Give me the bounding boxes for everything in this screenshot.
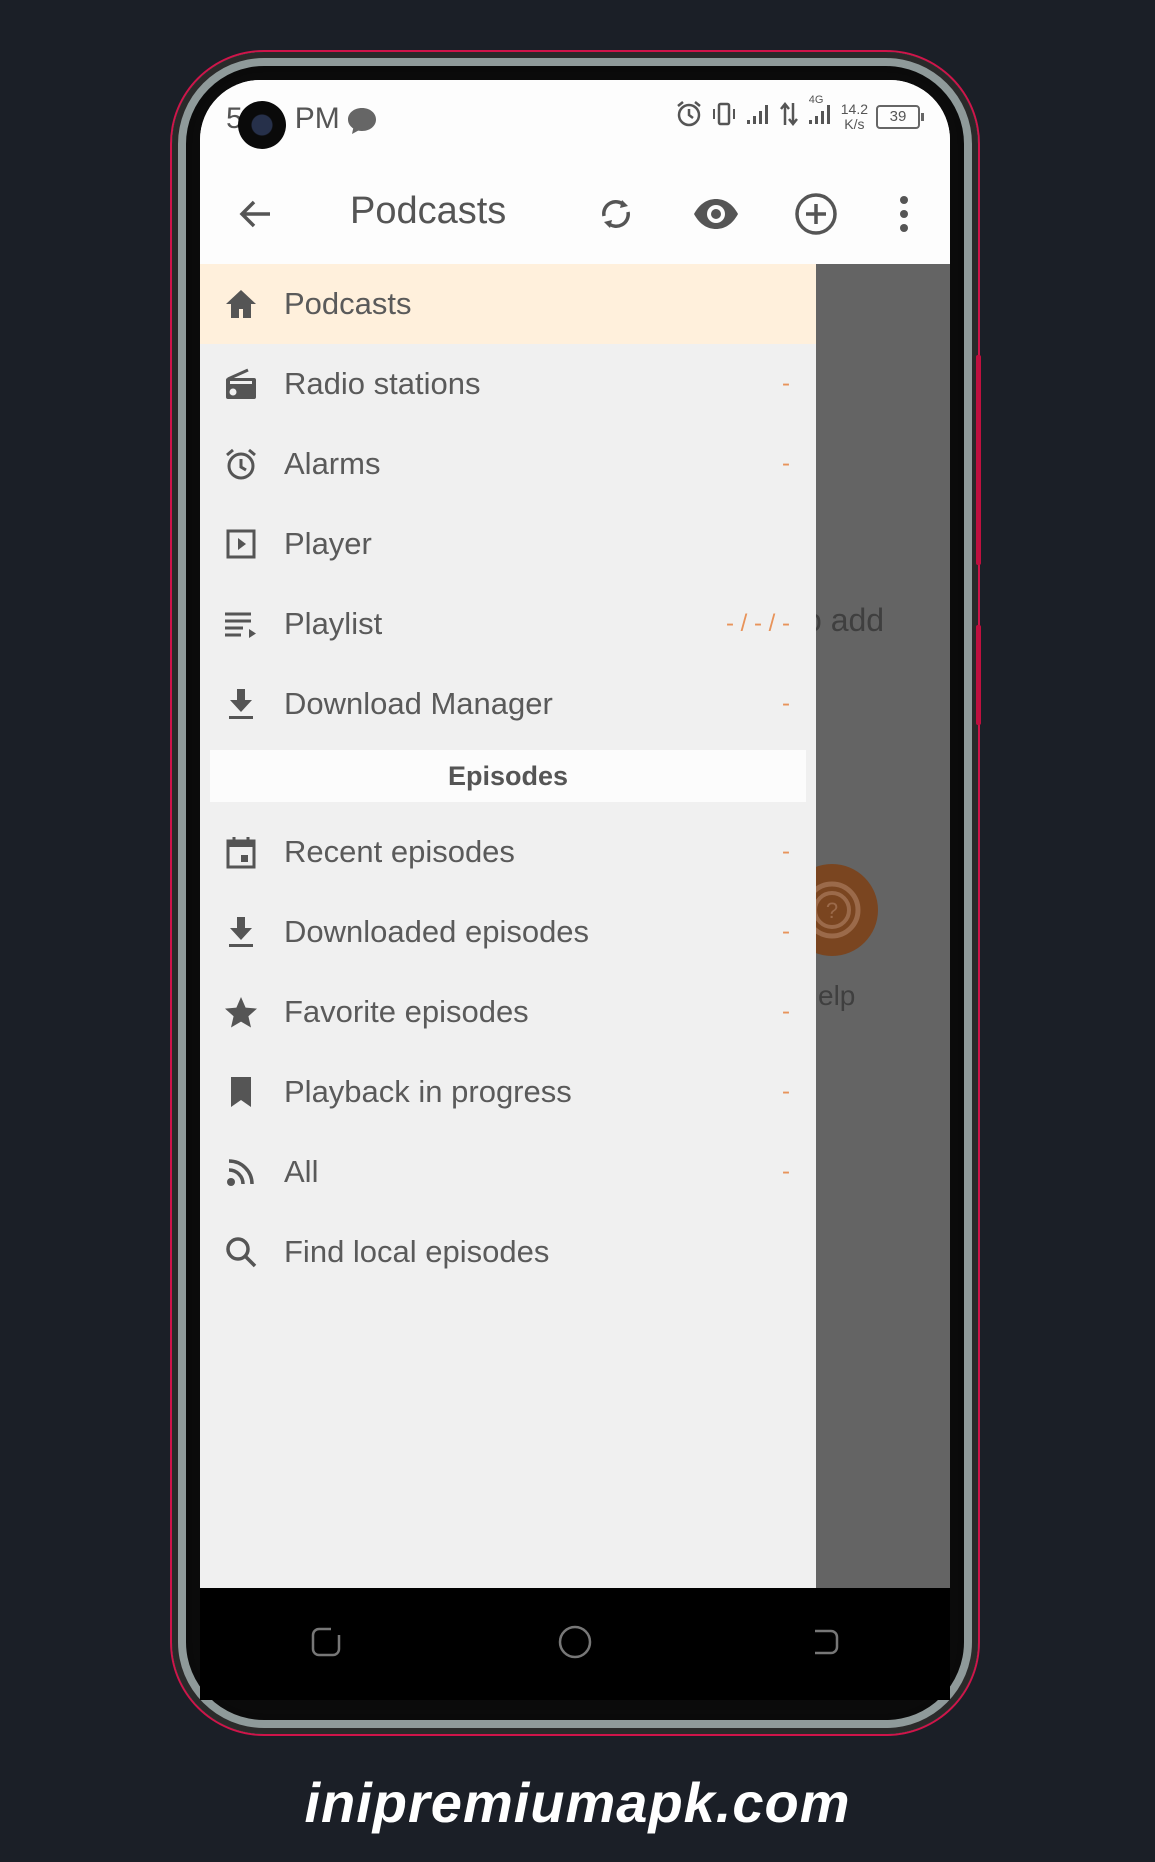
drawer-item-recent-episodes[interactable]: Recent episodes -: [200, 812, 816, 892]
home-circle-icon: [558, 1625, 592, 1659]
refresh-icon: [602, 200, 630, 228]
page-title: Podcasts: [350, 190, 507, 232]
radio-icon: [222, 365, 260, 403]
search-icon: [222, 1233, 260, 1271]
drawer-item-downloaded-episodes[interactable]: Downloaded episodes -: [200, 892, 816, 972]
download-icon: [222, 685, 260, 723]
drawer-item-label: Radio stations: [284, 366, 481, 401]
front-camera: [238, 101, 286, 149]
drawer-item-count: -: [782, 918, 790, 945]
drawer-item-count: - / - / -: [726, 610, 790, 637]
drawer-item-count: -: [782, 998, 790, 1025]
drawer-item-count: -: [782, 1158, 790, 1185]
data-transfer-icon: [779, 101, 799, 132]
time-suffix: PM: [294, 102, 340, 135]
drawer-item-player[interactable]: Player: [200, 504, 816, 584]
status-bar: 5 PM 4G 14.2 K/s 39: [200, 80, 950, 160]
back-arrow-icon: [239, 200, 270, 228]
alarm-status-icon: [675, 100, 703, 133]
drawer-item-label: Alarms: [284, 446, 381, 481]
drawer-item-count: -: [782, 450, 790, 477]
drawer-item-label: Player: [284, 526, 372, 561]
drawer-item-label: Playlist: [284, 606, 383, 641]
eye-icon: [694, 199, 738, 229]
drawer-item-alarms[interactable]: Alarms -: [200, 424, 816, 504]
recents-button[interactable]: [306, 1622, 346, 1662]
drawer-item-favorite-episodes[interactable]: Favorite episodes -: [200, 972, 816, 1052]
rss-icon: [222, 1153, 260, 1191]
alarm-icon: [222, 445, 260, 483]
signal-icon-2: 4G: [807, 94, 833, 131]
bookmark-icon: [222, 1073, 260, 1111]
drawer-item-label: Download Manager: [284, 686, 553, 721]
drawer-item-label: Recent episodes: [284, 834, 515, 869]
drawer-item-count: -: [782, 838, 790, 865]
drawer-item-label: All: [284, 1154, 319, 1189]
battery-level: 39: [889, 107, 907, 125]
net-speed-value: 14.2: [840, 100, 868, 117]
signal-icon-1: [745, 102, 771, 131]
drawer-item-count: -: [782, 690, 790, 717]
more-options-button[interactable]: [880, 190, 928, 238]
drawer-item-label: Find local episodes: [284, 1234, 550, 1269]
watermark: inipremiumapk.com: [304, 1771, 851, 1834]
drawer-item-count: -: [782, 1078, 790, 1105]
drawer-item-playlist[interactable]: Playlist - / - / -: [200, 584, 816, 664]
volume-button: [976, 355, 981, 565]
svg-text:?: ?: [826, 898, 838, 923]
visibility-button[interactable]: [692, 190, 740, 238]
add-podcast-button[interactable]: [792, 190, 840, 238]
back-button[interactable]: [232, 190, 280, 238]
download-icon: [222, 913, 260, 951]
player-icon: [222, 525, 260, 563]
drawer-item-label: Playback in progress: [284, 1074, 572, 1109]
drawer-item-label: Podcasts: [284, 286, 412, 321]
home-button[interactable]: [555, 1622, 595, 1662]
navigation-drawer: Podcasts Radio stations - Alarms - Playe…: [200, 264, 816, 1588]
calendar-icon: [222, 833, 260, 871]
more-vert-icon: [900, 196, 908, 232]
add-circle-icon: [795, 193, 837, 235]
phone-screen: 5 PM 4G 14.2 K/s 39 Podcasts o add ? elp…: [200, 80, 950, 1588]
message-notification-icon: [346, 106, 378, 141]
app-toolbar: Podcasts: [200, 160, 950, 264]
drawer-item-label: Favorite episodes: [284, 994, 529, 1029]
net-speed-unit: K/s: [844, 115, 865, 132]
recents-icon: [311, 1627, 341, 1657]
home-icon: [222, 285, 260, 323]
back-nav-icon: [815, 1629, 839, 1655]
net-speed: 14.2 K/s: [840, 100, 868, 132]
power-button: [976, 625, 981, 725]
drawer-item-radio-stations[interactable]: Radio stations -: [200, 344, 816, 424]
status-icons: 4G 14.2 K/s 39: [675, 94, 924, 133]
battery-icon: 39: [876, 104, 924, 129]
vibrate-icon: [711, 101, 737, 132]
drawer-scrim[interactable]: o add ? elp: [786, 264, 950, 1588]
drawer-item-count: -: [782, 370, 790, 397]
drawer-item-download-manager[interactable]: Download Manager -: [200, 664, 816, 744]
network-type: 4G: [808, 94, 824, 106]
drawer-item-find-local-episodes[interactable]: Find local episodes: [200, 1212, 816, 1292]
section-header-episodes: Episodes: [210, 750, 806, 802]
drawer-item-all[interactable]: All -: [200, 1132, 816, 1212]
system-nav-bar: [200, 1588, 950, 1700]
drawer-item-playback-in-progress[interactable]: Playback in progress -: [200, 1052, 816, 1132]
empty-state-text: o add: [804, 602, 885, 638]
drawer-item-podcasts[interactable]: Podcasts: [200, 264, 816, 344]
star-icon: [222, 993, 260, 1031]
help-label: elp: [818, 980, 856, 1011]
playlist-icon: [222, 605, 260, 643]
refresh-button[interactable]: [592, 190, 640, 238]
back-nav-button[interactable]: [806, 1622, 846, 1662]
drawer-item-label: Downloaded episodes: [284, 914, 590, 949]
